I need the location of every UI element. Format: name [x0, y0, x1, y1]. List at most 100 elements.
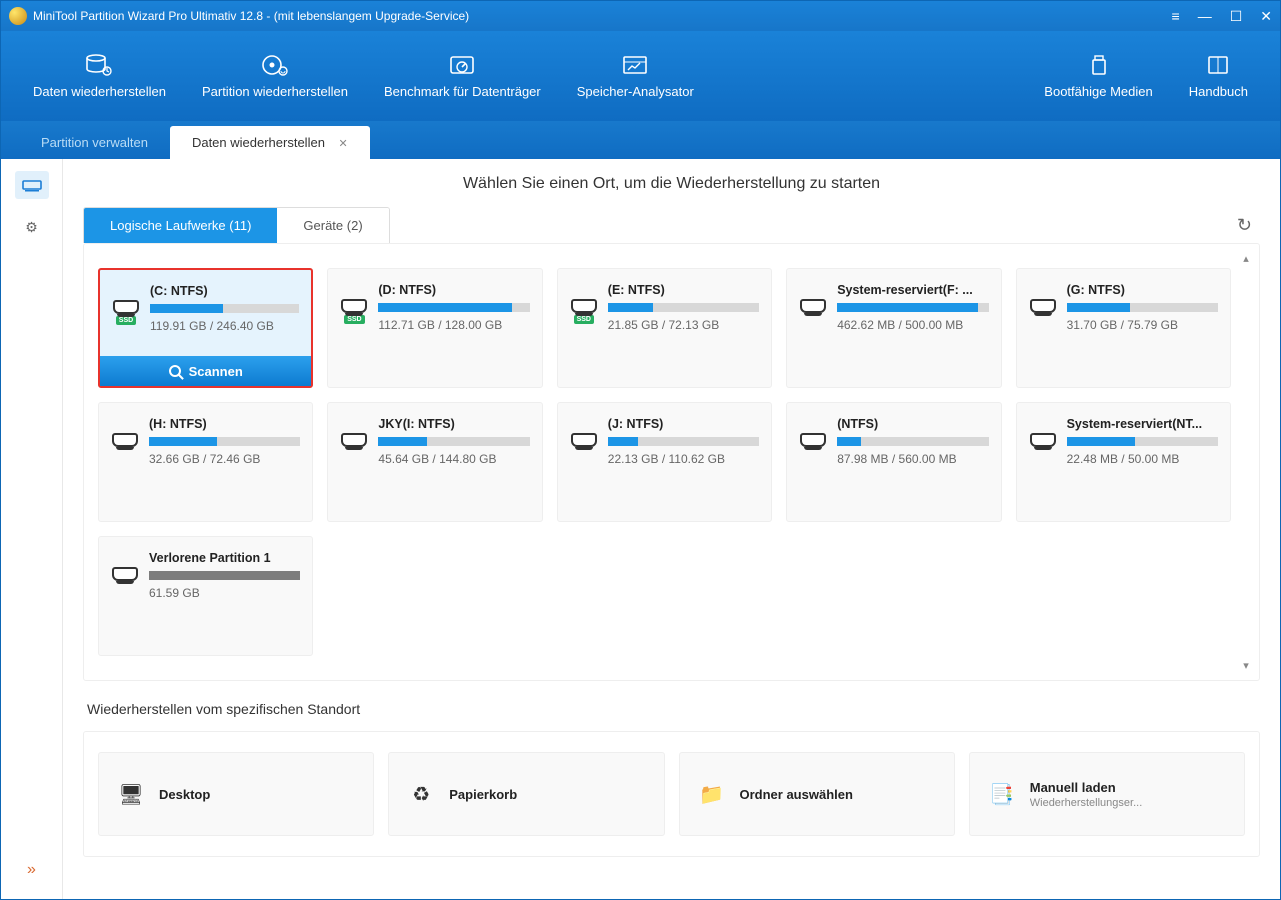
location-card[interactable]: ♻ Papierkorb — [388, 752, 664, 836]
scan-button[interactable]: Scannen — [100, 356, 311, 386]
subtab-row: Logische Laufwerke (11) Geräte (2) ↻ — [83, 207, 1260, 243]
usage-bar — [837, 303, 988, 312]
side-expand-icon[interactable]: » — [27, 861, 36, 879]
tabbar: Partition verwalten Daten wiederherstell… — [1, 121, 1280, 159]
hdd-icon — [800, 299, 826, 313]
drive-card[interactable]: Verlorene Partition 161.59 GB — [98, 536, 313, 656]
ssd-badge: SSD — [574, 315, 594, 324]
app-title: MiniTool Partition Wizard Pro Ultimativ … — [33, 9, 469, 23]
menu-icon[interactable]: ≡ — [1172, 8, 1180, 24]
usage-bar — [1067, 437, 1218, 446]
drive-icon: SSD — [570, 299, 598, 373]
drive-icon — [1029, 299, 1057, 373]
location-title: Papierkorb — [449, 787, 517, 802]
location-card[interactable]: 📁Ordner auswählen — [679, 752, 955, 836]
drive-card[interactable]: (H: NTFS) 32.66 GB / 72.46 GB — [98, 402, 313, 522]
usage-bar — [378, 303, 529, 312]
toolbar-space-analyzer[interactable]: Speicher-Analysator — [559, 48, 712, 105]
toolbar-label: Speicher-Analysator — [577, 84, 694, 99]
location-card[interactable]: 🖥Desktop — [98, 752, 374, 836]
hdd-icon — [1030, 433, 1056, 447]
subtabs: Logische Laufwerke (11) Geräte (2) — [83, 207, 390, 243]
drive-card[interactable]: SSD(D: NTFS)112.71 GB / 128.00 GB — [327, 268, 542, 388]
drive-capacity: 31.70 GB / 75.79 GB — [1067, 318, 1218, 332]
window-controls: ≡ — ☐ ✕ — [1172, 8, 1272, 25]
drive-name: (H: NTFS) — [149, 417, 300, 431]
usage-bar — [378, 437, 529, 446]
content-area: ⚙ » Wählen Sie einen Ort, um die Wiederh… — [1, 159, 1280, 899]
drive-capacity: 112.71 GB / 128.00 GB — [378, 318, 529, 332]
hdd-icon — [800, 433, 826, 447]
app-icon — [9, 7, 27, 25]
subtab-logical-drives[interactable]: Logische Laufwerke (11) — [84, 208, 277, 243]
toolbar-label: Daten wiederherstellen — [33, 84, 166, 99]
drive-icon: SSD — [340, 299, 368, 373]
disk-restore-icon — [261, 54, 289, 76]
drive-capacity: 21.85 GB / 72.13 GB — [608, 318, 759, 332]
scroll-down-icon[interactable]: ▾ — [1243, 659, 1249, 672]
drive-card[interactable]: System-reserviert(F: ... 462.62 MB / 500.… — [786, 268, 1001, 388]
toolbar-benchmark[interactable]: Benchmark für Datenträger — [366, 48, 559, 105]
drive-name: (NTFS) — [837, 417, 988, 431]
toolbar-bootable-media[interactable]: Bootfähige Medien — [1026, 48, 1170, 105]
tab-close-icon[interactable]: ✕ — [339, 138, 348, 150]
section-title: Wiederherstellen vom spezifischen Stando… — [83, 681, 1260, 731]
toolbar-manual[interactable]: Handbuch — [1171, 48, 1266, 105]
drive-name: (E: NTFS) — [608, 283, 759, 297]
app-window: MiniTool Partition Wizard Pro Ultimativ … — [0, 0, 1281, 900]
toolbar-label: Partition wiederherstellen — [202, 84, 348, 99]
hdd-icon — [112, 567, 138, 581]
drive-name: (J: NTFS) — [608, 417, 759, 431]
side-settings-icon[interactable]: ⚙ — [15, 213, 49, 241]
maximize-icon[interactable]: ☐ — [1230, 8, 1243, 25]
hdd-icon — [341, 433, 367, 447]
usage-bar — [149, 437, 300, 446]
drive-card[interactable]: System-reserviert(NT...22.48 MB / 50.00 … — [1016, 402, 1231, 522]
drive-icon — [111, 567, 139, 641]
location-icon: 📑 — [988, 782, 1016, 806]
close-icon[interactable]: ✕ — [1260, 8, 1272, 25]
drive-card[interactable]: SSD(C: NTFS)119.91 GB / 246.40 GBScannen — [98, 268, 313, 388]
search-icon — [169, 365, 181, 377]
hdd-icon — [571, 433, 597, 447]
drive-name: Verlorene Partition 1 — [149, 551, 300, 565]
drive-capacity: 32.66 GB / 72.46 GB — [149, 452, 300, 466]
toolbar-recover-partition[interactable]: Partition wiederherstellen — [184, 48, 366, 105]
ssd-badge: SSD — [344, 315, 364, 324]
tab-recover-data[interactable]: Daten wiederherstellen ✕ — [170, 126, 370, 159]
scroll-up-icon[interactable]: ▴ — [1243, 252, 1249, 265]
location-icon: ♻ — [407, 782, 435, 806]
subtab-devices[interactable]: Geräte (2) — [277, 208, 388, 243]
drive-name: System-reserviert(F: ... — [837, 283, 988, 297]
location-card[interactable]: 📑Manuell ladenWiederherstellungser... — [969, 752, 1245, 836]
usage-bar — [1067, 303, 1218, 312]
usage-bar — [149, 571, 300, 580]
side-drive-icon[interactable] — [15, 171, 49, 199]
window-chart-icon — [621, 54, 649, 76]
titlebar: MiniTool Partition Wizard Pro Ultimativ … — [1, 1, 1280, 31]
minimize-icon[interactable]: — — [1198, 8, 1212, 24]
hdd-icon — [1030, 299, 1056, 313]
drive-name: JKY(I: NTFS) — [378, 417, 529, 431]
ssd-badge: SSD — [116, 316, 136, 325]
drive-card[interactable]: (NTFS)87.98 MB / 560.00 MB — [786, 402, 1001, 522]
drive-card[interactable]: (J: NTFS)22.13 GB / 110.62 GB — [557, 402, 772, 522]
drive-card[interactable]: (G: NTFS) 31.70 GB / 75.79 GB — [1016, 268, 1231, 388]
drive-icon — [340, 433, 368, 507]
main: Wählen Sie einen Ort, um die Wiederherst… — [63, 159, 1280, 899]
drive-name: (G: NTFS) — [1067, 283, 1218, 297]
hdd-icon — [341, 299, 367, 313]
drive-icon — [111, 433, 139, 507]
hdd-icon — [112, 433, 138, 447]
scrollbar[interactable]: ▴ ▾ — [1239, 252, 1253, 672]
tab-manage-partition[interactable]: Partition verwalten — [19, 126, 170, 159]
database-restore-icon — [85, 54, 113, 76]
drive-name: System-reserviert(NT... — [1067, 417, 1218, 431]
location-list: 🖥Desktop ♻ Papierkorb 📁Ordner auswählen📑Man… — [83, 731, 1260, 857]
refresh-icon[interactable]: ↻ — [1229, 209, 1260, 242]
drive-card[interactable]: SSD (E: NTFS) 21.85 GB / 72.13 GB — [557, 268, 772, 388]
drive-card[interactable]: JKY(I: NTFS)45.64 GB / 144.80 GB — [327, 402, 542, 522]
toolbar-recover-data[interactable]: Daten wiederherstellen — [15, 48, 184, 105]
location-title: Ordner auswählen — [740, 787, 853, 802]
drive-capacity: 462.62 MB / 500.00 MB — [837, 318, 988, 332]
